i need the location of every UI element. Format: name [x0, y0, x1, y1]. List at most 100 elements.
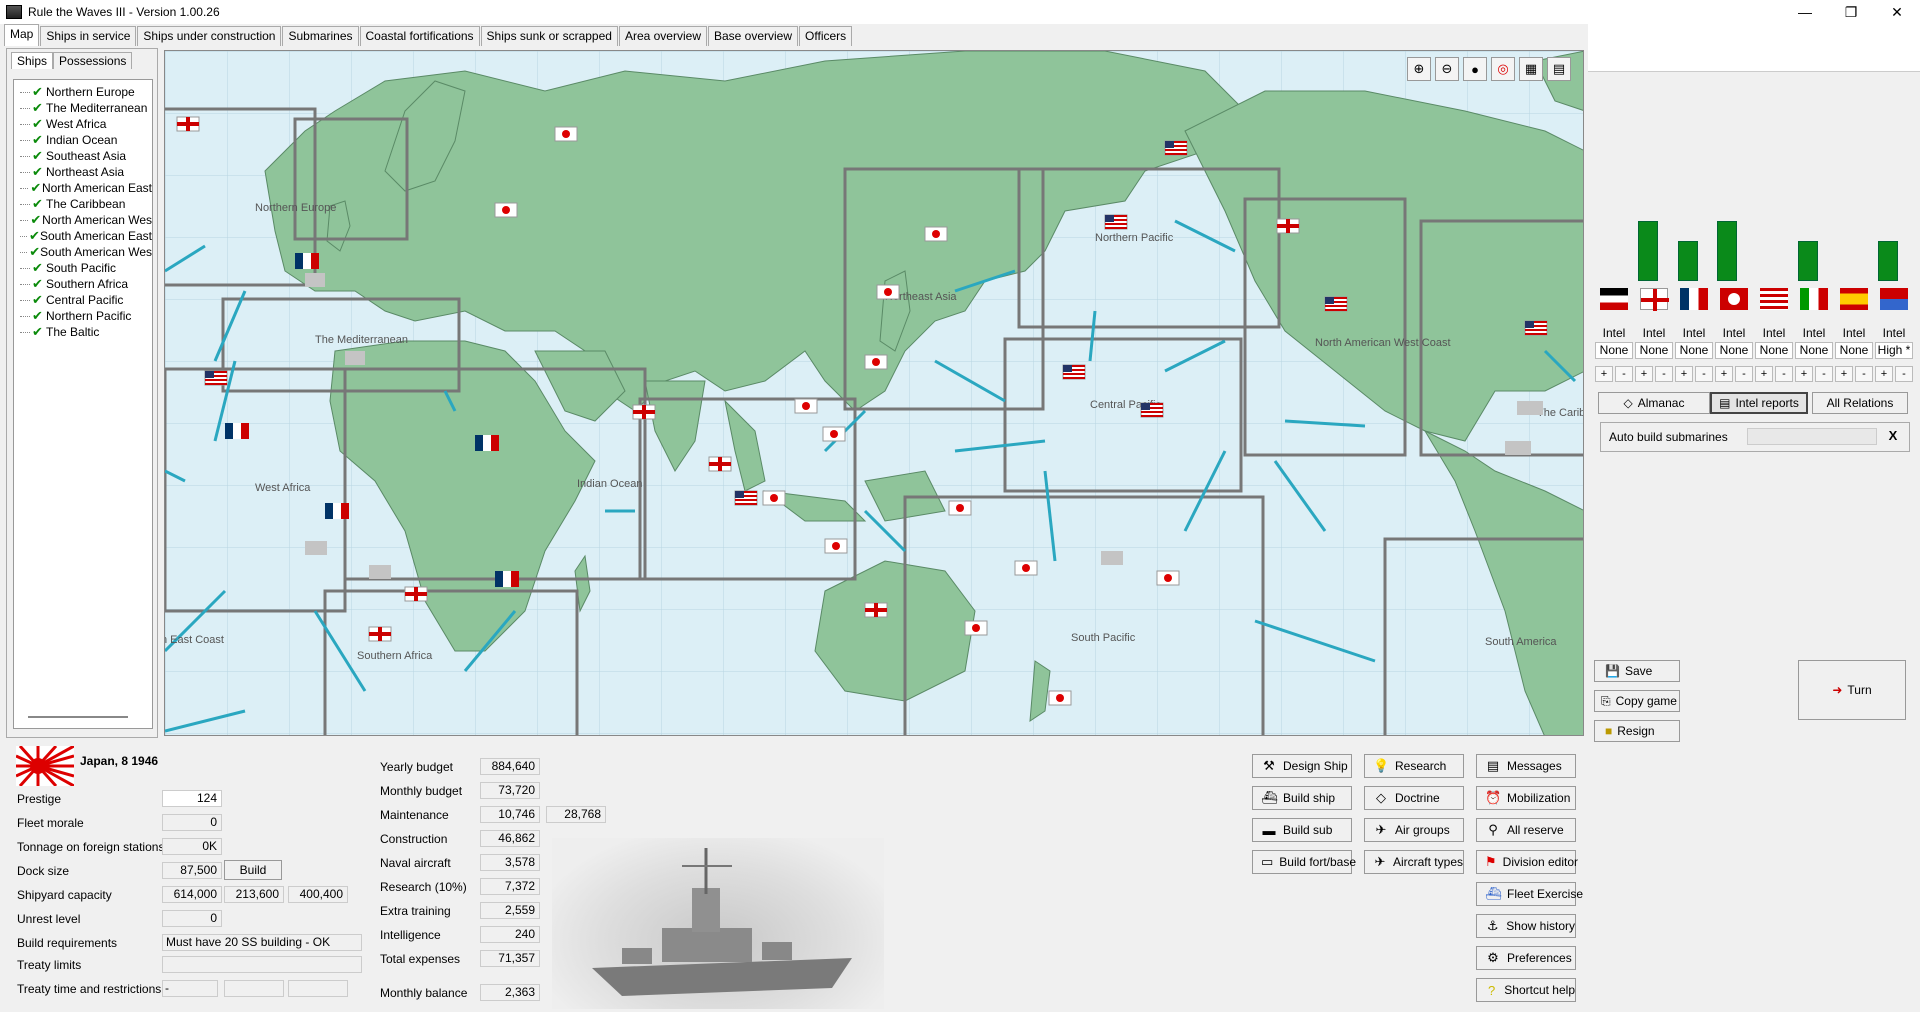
all-reserve-button[interactable]: ⚲ All reserve — [1476, 818, 1576, 842]
build-dock-button[interactable]: Build — [224, 860, 282, 880]
tonnage-foreign-label: Tonnage on foreign stations — [17, 840, 165, 854]
maximize-button[interactable]: ❐ — [1828, 0, 1874, 24]
copy-game-button[interactable]: ⎘ Copy game — [1594, 690, 1680, 712]
check-icon: ✔ — [30, 212, 42, 227]
air-groups-button[interactable]: ✈ Air groups — [1364, 818, 1464, 842]
world-map[interactable]: Northern Europe The Mediterranean West A… — [164, 50, 1584, 736]
build-fort-label: Build fort/base — [1279, 855, 1357, 869]
dock-size-value: 87,500 — [162, 862, 222, 879]
target-icon[interactable]: ◎ — [1491, 57, 1515, 81]
france-flag-icon[interactable] — [1680, 288, 1708, 310]
tab-map[interactable]: Map — [4, 24, 40, 46]
tab-officers[interactable]: Officers — [799, 26, 853, 46]
grid-icon[interactable]: ▤ — [1547, 57, 1571, 81]
intel-plus-button[interactable]: + — [1635, 366, 1653, 382]
austria-flag-icon[interactable] — [1720, 288, 1748, 310]
intel-plus-button[interactable]: + — [1675, 366, 1693, 382]
mobilization-button[interactable]: ⏰ Mobilization — [1476, 786, 1576, 810]
fleet-exercise-button[interactable]: ⛴ Fleet Exercise — [1476, 882, 1583, 906]
intel-minus-button[interactable]: - — [1735, 366, 1753, 382]
tab-base-overview[interactable]: Base overview — [707, 26, 799, 46]
doctrine-button[interactable]: ◇ Doctrine — [1364, 786, 1464, 810]
intel-plus-button[interactable]: + — [1595, 366, 1613, 382]
check-icon: ✔ — [32, 132, 43, 147]
intel-minus-button[interactable]: - — [1615, 366, 1633, 382]
usa-flag-icon[interactable] — [1760, 288, 1788, 310]
tree-item[interactable]: ✔ The Mediterranean — [14, 100, 152, 116]
auto-build-row: Auto build submarines X — [1600, 422, 1910, 452]
intel-reports-button[interactable]: ▤ Intel reports — [1710, 392, 1808, 414]
subtab-possessions[interactable]: Possessions — [53, 52, 133, 69]
germany-flag-icon[interactable] — [1600, 288, 1628, 310]
intel-minus-button[interactable]: - — [1855, 366, 1873, 382]
shortcut-help-button[interactable]: ? Shortcut help — [1476, 978, 1576, 1002]
tab-ships-in-service[interactable]: Ships in service — [40, 26, 137, 46]
intel-plus-button[interactable]: + — [1755, 366, 1773, 382]
research-button[interactable]: 💡 Research — [1364, 754, 1464, 778]
uk-flag-icon[interactable] — [1640, 288, 1669, 311]
division-editor-button[interactable]: ⚑ Division editor — [1476, 850, 1578, 874]
red-flag-icon: ⚑ — [1485, 854, 1497, 869]
intel-minus-button[interactable]: - — [1695, 366, 1713, 382]
intel-plus-button[interactable]: + — [1835, 366, 1853, 382]
tree-item[interactable]: ✔ North American Wes — [14, 212, 152, 228]
intel-plus-button[interactable]: + — [1795, 366, 1813, 382]
tab-submarines[interactable]: Submarines — [282, 26, 359, 46]
design-ship-button[interactable]: ⚒ Design Ship — [1252, 754, 1352, 778]
tree-item[interactable]: ✔ Northern Europe — [14, 84, 152, 100]
tree-item-label: The Caribbean — [46, 197, 126, 211]
tree-item[interactable]: ✔ Central Pacific — [14, 292, 152, 308]
tab-coastal-fortifications[interactable]: Coastal fortifications — [359, 26, 480, 46]
map-label: The Mediterranean — [315, 334, 408, 346]
tree-item[interactable]: ✔ South American Wes — [14, 244, 152, 260]
horizontal-scrollbar[interactable] — [28, 716, 128, 718]
minimize-button[interactable]: — — [1782, 0, 1828, 24]
tree-item[interactable]: ✔ The Caribbean — [14, 196, 152, 212]
tree-item[interactable]: ✔ Northeast Asia — [14, 164, 152, 180]
tree-item[interactable]: ✔ South Pacific — [14, 260, 152, 276]
build-fort-button[interactable]: ▭ Build fort/base — [1252, 850, 1356, 874]
messages-button[interactable]: ▤ Messages — [1476, 754, 1576, 778]
tree-item[interactable]: ✔ West Africa — [14, 116, 152, 132]
zoom-out-icon[interactable]: ⊖ — [1435, 57, 1459, 81]
close-button[interactable]: ✕ — [1874, 0, 1920, 24]
all-relations-button[interactable]: All Relations — [1812, 392, 1908, 414]
tree-item[interactable]: ✔ Indian Ocean — [14, 132, 152, 148]
tree-item-label: Northern Europe — [46, 85, 135, 99]
tree-item[interactable]: ✔ Southern Africa — [14, 276, 152, 292]
tab-area-overview[interactable]: Area overview — [618, 26, 707, 46]
aircraft-types-button[interactable]: ✈ Aircraft types — [1364, 850, 1464, 874]
intel-plus-button[interactable]: + — [1875, 366, 1893, 382]
auto-build-clear-button[interactable]: X — [1885, 428, 1901, 445]
zoom-in-icon[interactable]: ⊕ — [1407, 57, 1431, 81]
oil-drop-icon[interactable]: ● — [1463, 57, 1487, 81]
resign-button[interactable]: ■ Resign — [1594, 720, 1680, 742]
spain-flag-icon[interactable] — [1840, 288, 1868, 310]
preferences-button[interactable]: ⚙ Preferences — [1476, 946, 1576, 970]
tab-ships-sunk[interactable]: Ships sunk or scrapped — [480, 26, 618, 46]
intel-minus-button[interactable]: - — [1895, 366, 1913, 382]
tree-item[interactable]: ✔ Southeast Asia — [14, 148, 152, 164]
intel-minus-button[interactable]: - — [1655, 366, 1673, 382]
italy-flag-icon[interactable] — [1800, 288, 1828, 310]
tree-item-label: Southern Africa — [46, 277, 129, 291]
auto-build-field[interactable] — [1747, 428, 1877, 445]
china-flag-icon[interactable] — [1880, 288, 1908, 310]
tree-item[interactable]: ✔ Northern Pacific — [14, 308, 152, 324]
tab-ships-under-construction[interactable]: Ships under construction — [137, 26, 282, 46]
build-sub-button[interactable]: ▬ Build sub — [1252, 818, 1352, 842]
show-history-button[interactable]: ⚓ Show history — [1476, 914, 1576, 938]
subtab-ships[interactable]: Ships — [11, 52, 54, 69]
resign-icon: ■ — [1605, 724, 1613, 738]
flags-icon[interactable]: ▦ — [1519, 57, 1543, 81]
intel-minus-button[interactable]: - — [1815, 366, 1833, 382]
tree-item[interactable]: ✔ The Baltic — [14, 324, 152, 340]
almanac-button[interactable]: ◇ Almanac — [1598, 392, 1710, 414]
intel-plus-button[interactable]: + — [1715, 366, 1733, 382]
tree-item[interactable]: ✔ South American East — [14, 228, 152, 244]
intel-minus-button[interactable]: - — [1775, 366, 1793, 382]
tree-item[interactable]: ✔ North American East — [14, 180, 152, 196]
build-ship-button[interactable]: ⛴ Build ship — [1252, 786, 1352, 810]
save-button[interactable]: 💾 Save — [1594, 660, 1680, 682]
turn-button[interactable]: ➜ Turn — [1798, 660, 1906, 720]
